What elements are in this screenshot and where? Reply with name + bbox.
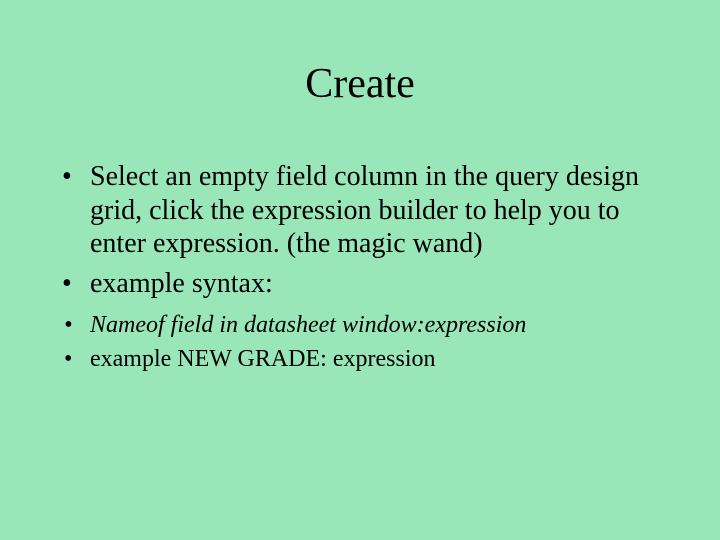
bullet-item: example syntax: bbox=[90, 267, 660, 301]
bullet-list-primary: Select an empty field column in the quer… bbox=[60, 160, 660, 300]
bullet-item: Select an empty field column in the quer… bbox=[90, 160, 660, 261]
slide-content: Select an empty field column in the quer… bbox=[60, 160, 660, 378]
slide: Create Select an empty field column in t… bbox=[0, 0, 720, 540]
bullet-item: example NEW GRADE: expression bbox=[90, 344, 660, 374]
slide-title: Create bbox=[0, 60, 720, 108]
bullet-item: Nameof field in datasheet window:express… bbox=[90, 310, 660, 340]
bullet-list-secondary: Nameof field in datasheet window:express… bbox=[60, 310, 660, 374]
